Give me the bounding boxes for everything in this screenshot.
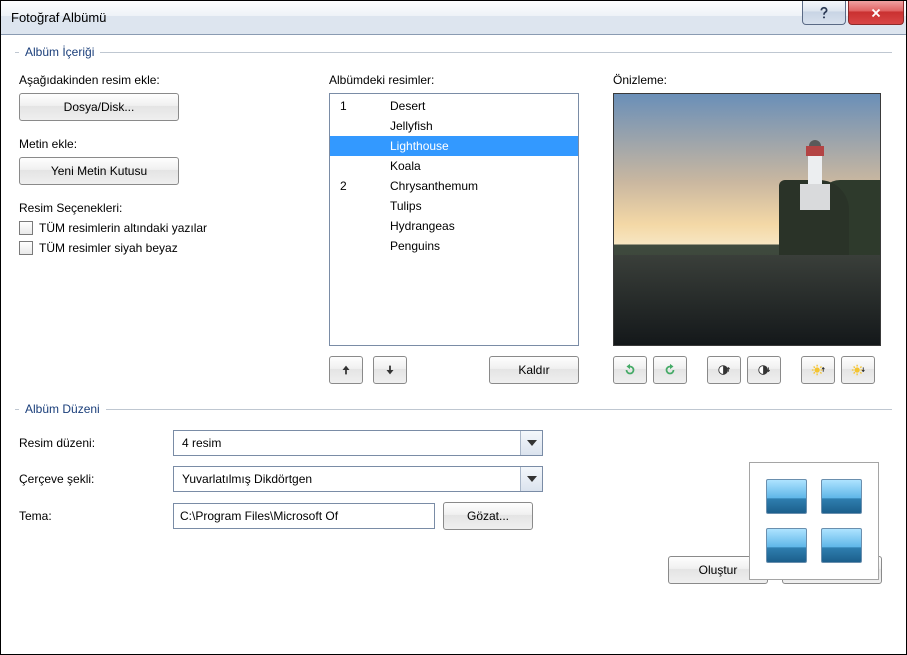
help-button[interactable] [802, 1, 846, 25]
list-item-num: 2 [330, 179, 390, 193]
theme-textbox[interactable]: C:\Program Files\Microsoft Of [173, 503, 435, 529]
window-buttons [802, 1, 906, 34]
frame-shape-combo[interactable]: Yuvarlatılmış Dikdörtgen [173, 466, 543, 492]
list-item-name: Penguins [390, 239, 578, 253]
list-item-name: Chrysanthemum [390, 179, 578, 193]
list-item-name: Jellyfish [390, 119, 578, 133]
list-item-name: Lighthouse [390, 139, 578, 153]
new-textbox-button-label: Yeni Metin Kutusu [51, 164, 147, 178]
layout-thumb [821, 528, 862, 563]
move-down-button[interactable] [373, 356, 407, 384]
file-disk-button[interactable]: Dosya/Disk... [19, 93, 179, 121]
list-item-num: 1 [330, 99, 390, 113]
album-content-legend: Albüm İçeriği [19, 45, 100, 59]
theme-label: Tema: [19, 509, 159, 523]
bw-checkbox[interactable] [19, 241, 33, 255]
list-item-name: Desert [390, 99, 578, 113]
chevron-down-icon [520, 431, 542, 455]
album-content-group: Albüm İçeriği Aşağıdakinden resim ekle: … [15, 45, 892, 390]
list-item-name: Hydrangeas [390, 219, 578, 233]
arrow-up-icon [339, 363, 353, 377]
rotate-right-icon [663, 363, 677, 377]
layout-preview [749, 462, 879, 580]
move-up-button[interactable] [329, 356, 363, 384]
list-item[interactable]: Koala [330, 156, 578, 176]
album-layout-legend: Albüm Düzeni [19, 402, 106, 416]
browse-button[interactable]: Gözat... [443, 502, 533, 530]
contrast-up-icon [717, 363, 731, 377]
rotate-right-button[interactable] [653, 356, 687, 384]
rotate-left-icon [623, 363, 637, 377]
layout-thumb [821, 479, 862, 514]
captions-checkbox[interactable] [19, 221, 33, 235]
brightness-down-button[interactable] [841, 356, 875, 384]
insert-from-label: Aşağıdakinden resim ekle: [19, 73, 309, 87]
new-textbox-button[interactable]: Yeni Metin Kutusu [19, 157, 179, 185]
frame-shape-value: Yuvarlatılmış Dikdörtgen [174, 472, 520, 486]
create-button-label: Oluştur [699, 563, 738, 577]
brightness-up-button[interactable] [801, 356, 835, 384]
remove-button-label: Kaldır [518, 363, 549, 377]
picture-layout-combo[interactable]: 4 resim [173, 430, 543, 456]
picture-layout-value: 4 resim [174, 436, 520, 450]
frame-shape-label: Çerçeve şekli: [19, 472, 159, 486]
layout-thumb [766, 479, 807, 514]
list-item[interactable]: Jellyfish [330, 116, 578, 136]
titlebar: Fotoğraf Albümü [1, 1, 906, 35]
close-button[interactable] [848, 1, 904, 25]
brightness-down-icon [851, 363, 865, 377]
help-icon [817, 6, 831, 20]
contrast-down-button[interactable] [747, 356, 781, 384]
album-pictures-label: Albümdeki resimler: [329, 73, 593, 87]
arrow-down-icon [383, 363, 397, 377]
theme-value: C:\Program Files\Microsoft Of [180, 509, 338, 523]
remove-button[interactable]: Kaldır [489, 356, 579, 384]
brightness-up-icon [811, 363, 825, 377]
contrast-down-icon [757, 363, 771, 377]
list-item-name: Tulips [390, 199, 578, 213]
album-pictures-listbox[interactable]: 1DesertJellyfishLighthouseKoala2Chrysant… [329, 93, 579, 346]
layout-thumb [766, 528, 807, 563]
bw-checkbox-label: TÜM resimler siyah beyaz [39, 241, 178, 255]
file-disk-button-label: Dosya/Disk... [64, 100, 135, 114]
list-item[interactable]: Hydrangeas [330, 216, 578, 236]
preview-image [613, 93, 881, 346]
captions-checkbox-label: TÜM resimlerin altındaki yazılar [39, 221, 207, 235]
window-title: Fotoğraf Albümü [11, 10, 106, 25]
browse-button-label: Gözat... [467, 509, 509, 523]
chevron-down-icon [520, 467, 542, 491]
list-item-name: Koala [390, 159, 578, 173]
rotate-left-button[interactable] [613, 356, 647, 384]
insert-text-label: Metin ekle: [19, 137, 309, 151]
picture-options-label: Resim Seçenekleri: [19, 201, 309, 215]
list-item[interactable]: 1Desert [330, 96, 578, 116]
contrast-up-button[interactable] [707, 356, 741, 384]
list-item[interactable]: Lighthouse [330, 136, 578, 156]
list-item[interactable]: Tulips [330, 196, 578, 216]
list-item[interactable]: Penguins [330, 236, 578, 256]
preview-label: Önizleme: [613, 73, 888, 87]
close-icon [869, 6, 883, 20]
list-item[interactable]: 2Chrysanthemum [330, 176, 578, 196]
picture-layout-label: Resim düzeni: [19, 436, 159, 450]
